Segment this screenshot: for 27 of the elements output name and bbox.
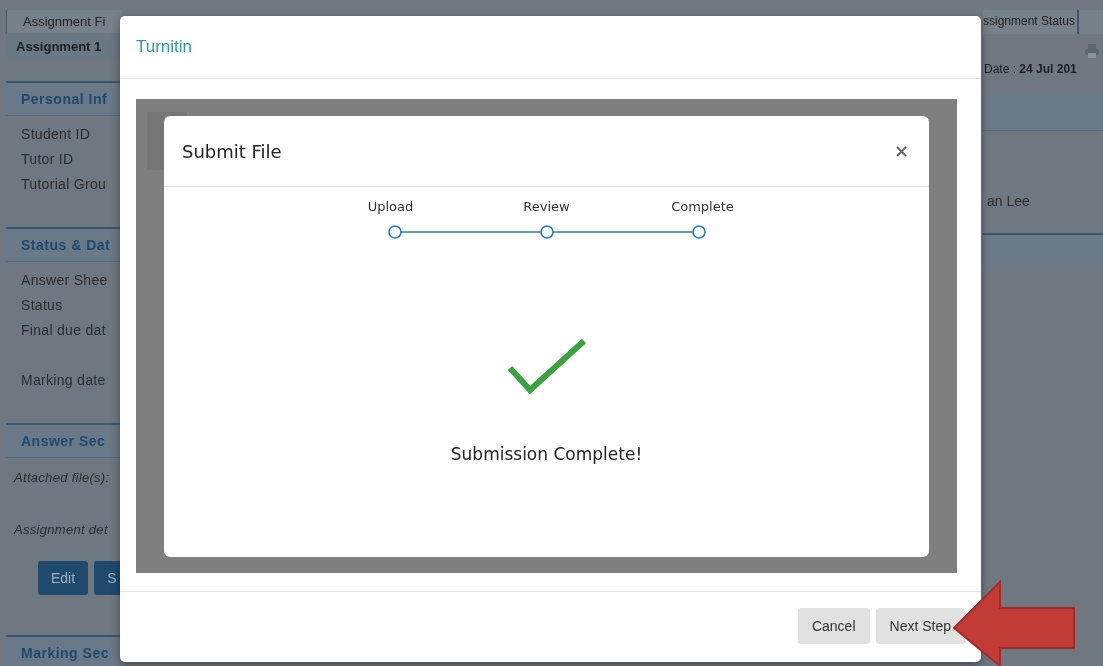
assignment-title: Assignment 1 — [6, 33, 122, 59]
field-label: Marking date — [21, 371, 107, 390]
section-heading: Personal Inf — [6, 81, 122, 116]
field-label: Final due dat — [21, 321, 107, 340]
field-label: Assignment det — [14, 521, 109, 539]
modal-title: Turnitin — [136, 37, 193, 57]
field-label: Attached file(s): — [14, 469, 111, 487]
section-heading: Answer Sec — [6, 423, 122, 458]
field-label: Status — [21, 296, 64, 315]
step-label: Upload — [366, 199, 415, 214]
step-label: Review — [522, 199, 571, 214]
field-label: Tutor ID — [21, 150, 75, 169]
footer-button[interactable]: Cancel — [797, 608, 870, 644]
arrow-icon — [950, 578, 1078, 666]
dialog-title: Submit File — [182, 140, 282, 162]
field-label: Student ID — [21, 125, 92, 144]
footer-button[interactable]: Next Step — [875, 608, 965, 644]
section-heading: Status & Dat — [6, 227, 122, 262]
field-label: Tutorial Grou — [21, 175, 108, 194]
status-message: Submission Complete! — [450, 444, 643, 464]
field-label: Answer Shee — [21, 271, 109, 290]
date-text: Date : 24 Jul 201 — [983, 61, 1078, 76]
step-label: Complete — [670, 199, 735, 214]
field-value: an Lee — [986, 192, 1031, 211]
close-icon[interactable] — [896, 145, 907, 157]
section-heading: Marking Sec — [6, 635, 122, 666]
action-button[interactable]: Edit — [38, 561, 89, 595]
